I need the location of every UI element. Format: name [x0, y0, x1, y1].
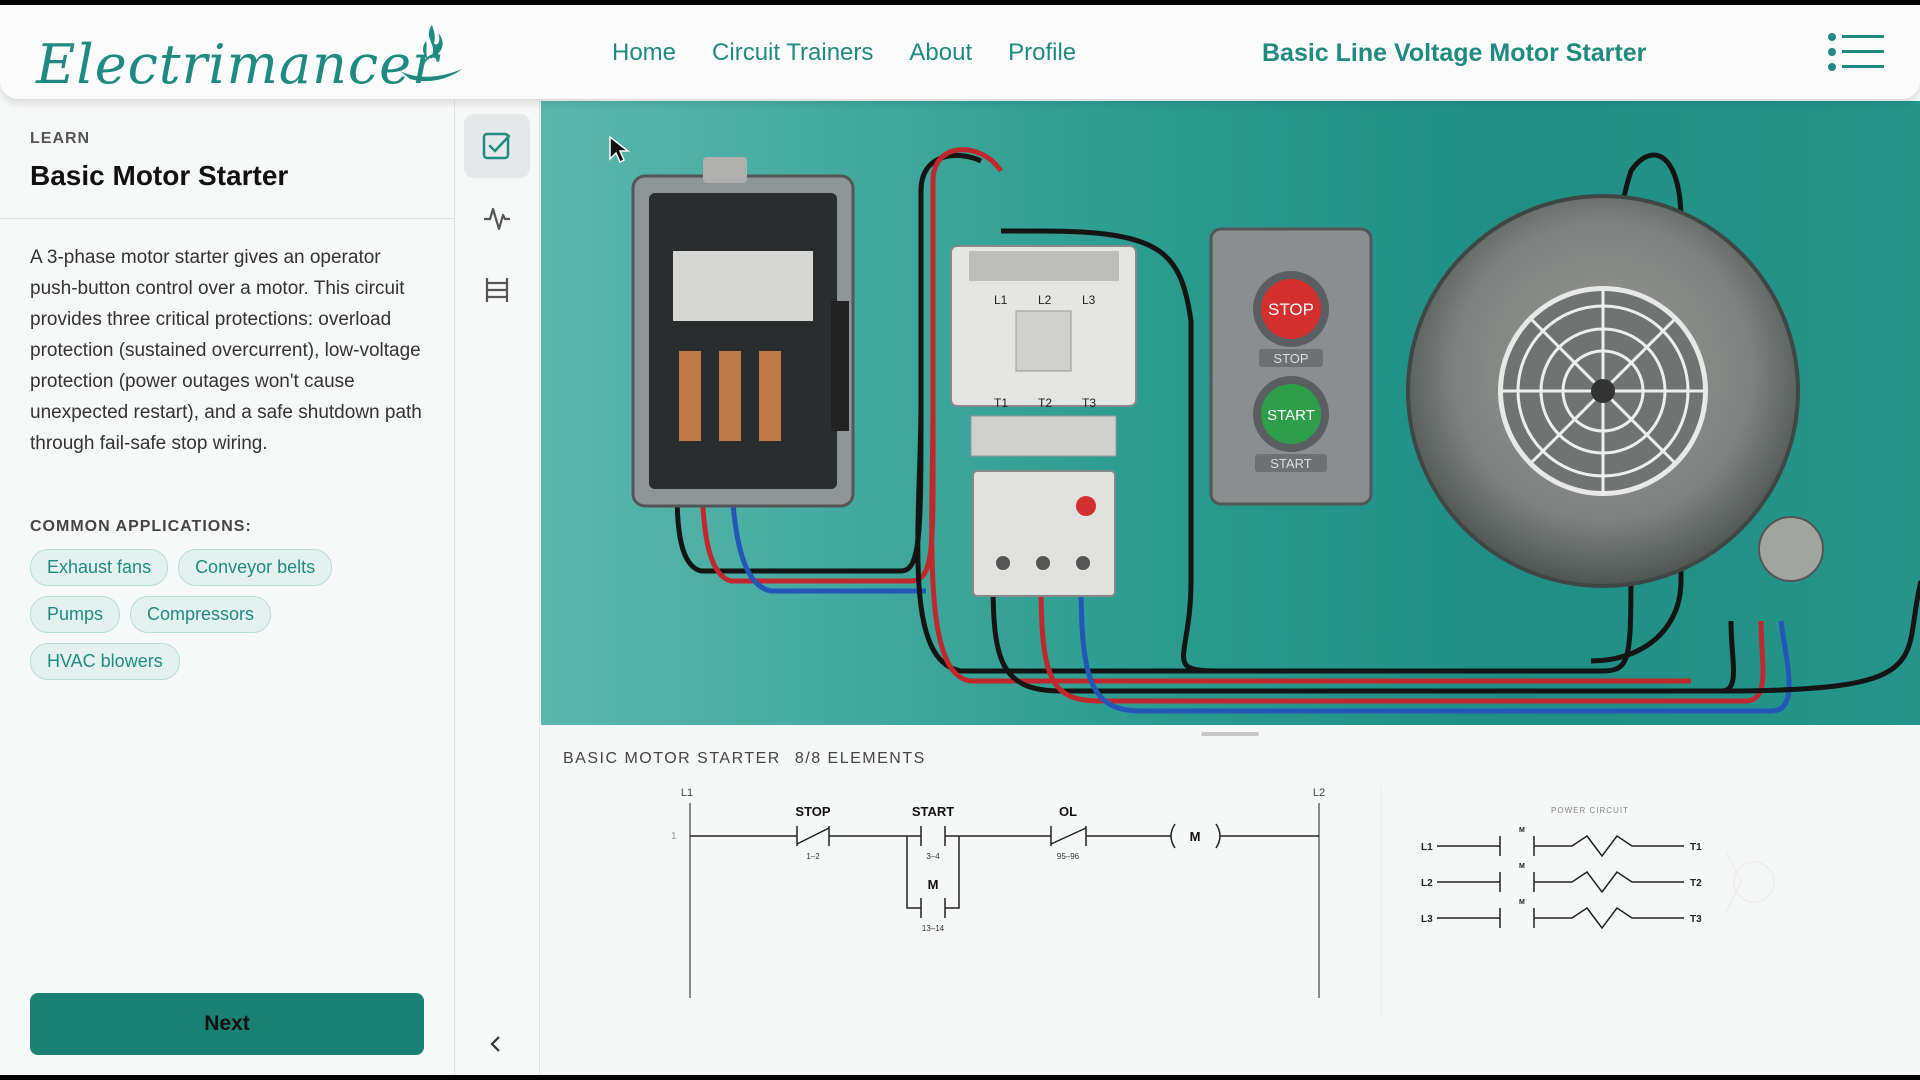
stop-contact-label: STOP [795, 804, 830, 819]
rung-number: 1 [671, 831, 677, 842]
application-chip[interactable]: Exhaust fans [30, 549, 169, 586]
applications-label: COMMON APPLICATIONS: [30, 518, 252, 535]
app-window: Electrimancer Home Circuit Trainers Abou… [0, 5, 1920, 1075]
schematic-panel: BASIC MOTOR STARTER 8/8 ELEMENTS L1 L2 1 … [541, 726, 1920, 1075]
ladder-icon [485, 278, 509, 302]
ol-contact-label: OL [1059, 804, 1077, 819]
stop-terminals: 1–2 [806, 852, 820, 861]
stop-button-label: STOP [1268, 300, 1314, 319]
power-line-contact: M [1519, 899, 1525, 906]
circuit-illustration: L1 L2 L3 T1 T2 T3 STOP STOP START START [631, 147, 1920, 714]
collapse-button[interactable] [478, 1026, 514, 1062]
list-menu-icon [1828, 33, 1884, 71]
application-chip[interactable]: Pumps [30, 596, 121, 633]
ladder-diagram: L1 L2 1 STOP 1–2 START 3–4 M 13–14 OL 95… [671, 786, 1775, 1016]
chevron-left-icon [490, 1036, 500, 1052]
power-line: L2 M T2 [1421, 863, 1702, 894]
power-line-contact: M [1519, 863, 1525, 870]
applications-list: Exhaust fans Conveyor belts Pumps Compre… [30, 549, 430, 680]
lesson-panel: LEARN Basic Motor Starter A 3-phase moto… [0, 100, 455, 1075]
flame-hand-icon [400, 25, 462, 82]
contactor-terminal-label: T1 [994, 396, 1008, 410]
ol-terminals: 95–96 [1057, 852, 1080, 861]
application-chip[interactable]: Conveyor belts [178, 549, 333, 586]
contactor-terminal-label: T2 [1038, 396, 1052, 410]
right-rail-label: L2 [1313, 787, 1325, 799]
motor-fan [1406, 194, 1824, 588]
waveform-button[interactable] [464, 186, 530, 250]
control-ladder: L1 L2 1 STOP 1–2 START 3–4 M 13–14 OL 95… [671, 787, 1325, 998]
checklist-button[interactable] [464, 114, 530, 178]
waveform-icon [484, 207, 510, 231]
logo[interactable]: Electrimancer [32, 15, 462, 96]
start-contact-label: START [912, 804, 954, 819]
power-line-in: L1 [1421, 842, 1433, 853]
power-line: L1 M T1 [1421, 827, 1702, 858]
application-chip[interactable]: HVAC blowers [30, 643, 180, 680]
top-header: Electrimancer Home Circuit Trainers Abou… [0, 5, 1920, 100]
power-line-in: L2 [1421, 878, 1433, 889]
nav-circuit-trainers[interactable]: Circuit Trainers [712, 39, 873, 67]
disconnect-switch [631, 157, 855, 508]
lesson-description: A 3-phase motor starter gives an operato… [30, 247, 422, 454]
menu-button[interactable] [1826, 31, 1886, 77]
divider [0, 218, 455, 219]
section-label: LEARN [30, 130, 91, 147]
stop-nameplate: STOP [1273, 351, 1308, 366]
circuit-canvas[interactable]: L1 L2 L3 T1 T2 T3 STOP STOP START START [541, 101, 1920, 725]
pushbutton-station: STOP STOP START START [1209, 227, 1373, 506]
mouse-cursor [608, 135, 632, 170]
contactor-terminal-label: L2 [1038, 293, 1052, 307]
power-line-contact: M [1519, 827, 1525, 834]
next-button[interactable]: Next [30, 993, 424, 1055]
power-line-in: L3 [1421, 914, 1433, 925]
tool-rail [456, 100, 540, 1075]
power-line-out: T3 [1690, 914, 1702, 925]
nav-home[interactable]: Home [612, 39, 676, 67]
logo-text: Electrimancer [36, 33, 439, 96]
cursor-icon [609, 135, 631, 164]
page-title: Basic Line Voltage Motor Starter [1262, 39, 1647, 67]
checklist-icon [482, 132, 511, 160]
seal-terminals: 13–14 [922, 924, 945, 933]
contactor-terminal-label: L3 [1082, 293, 1096, 307]
power-circuit-title: POWER CIRCUIT [1551, 806, 1629, 815]
contactor: L1 L2 L3 T1 T2 T3 [950, 245, 1137, 597]
nav-about[interactable]: About [909, 39, 972, 67]
start-terminals: 3–4 [926, 852, 940, 861]
left-rail-label: L1 [681, 787, 693, 799]
coil-label: M [1190, 829, 1201, 844]
contactor-terminal-label: L1 [994, 293, 1008, 307]
power-circuit: POWER CIRCUIT L1 M T1 L2 M T2 L3 M T3 [1421, 806, 1775, 930]
power-line: L3 M T3 [1421, 899, 1702, 930]
application-chip[interactable]: Compressors [130, 596, 272, 633]
nav-profile[interactable]: Profile [1008, 39, 1076, 67]
power-line-out: T2 [1690, 878, 1702, 889]
contactor-terminal-label: T3 [1082, 396, 1096, 410]
main-nav: Home Circuit Trainers About Profile [612, 39, 1076, 67]
start-button-label: START [1267, 407, 1315, 424]
ladder-button[interactable] [464, 258, 530, 322]
power-line-out: T1 [1690, 842, 1702, 853]
lesson-title: Basic Motor Starter [30, 160, 289, 191]
start-nameplate: START [1270, 456, 1311, 471]
seal-contact-label: M [928, 877, 939, 892]
